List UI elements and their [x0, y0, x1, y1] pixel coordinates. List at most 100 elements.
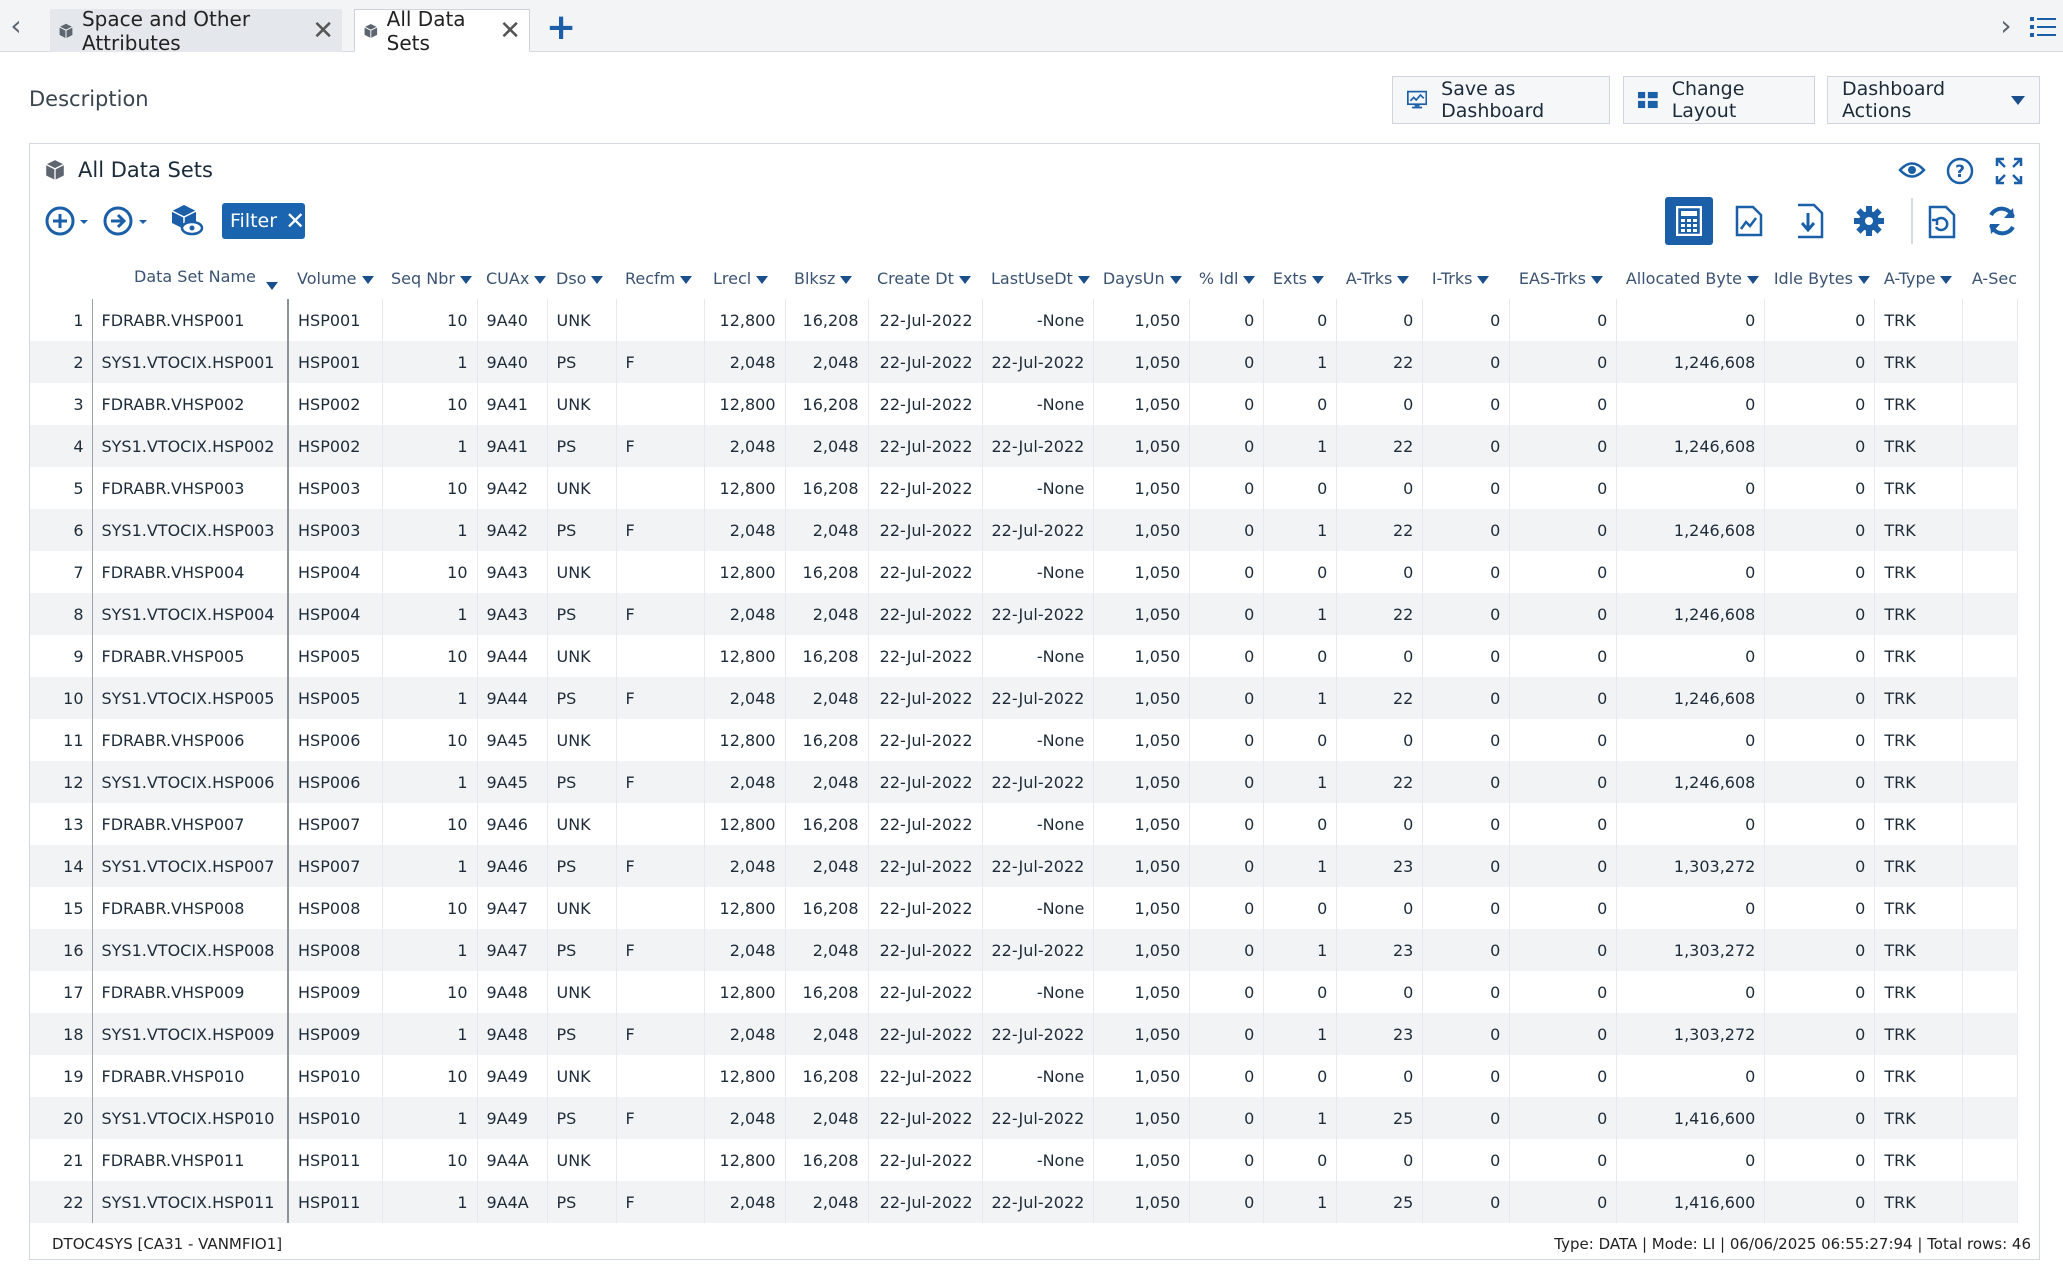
sort-arrow-icon[interactable] — [1857, 275, 1870, 284]
scroll-tabs-left-icon[interactable]: ‹ — [6, 12, 26, 40]
table-row[interactable]: 1 FDRABR.VHSP001 HSP001 10 9A40 UNK 12,800 16,2… — [30, 299, 2018, 341]
table-row[interactable]: 2 SYS1.VTOCIX.HSP001 HSP001 1 9A40 PS F 2,048 2,… — [30, 341, 2018, 383]
description-label: Description — [29, 87, 149, 111]
table-row[interactable]: 14 SYS1.VTOCIX.HSP007 HSP007 1 9A46 PS F 2,048 2… — [30, 845, 2018, 887]
column-header[interactable]: I-Trks — [1423, 258, 1510, 299]
export-icon[interactable] — [1794, 203, 1824, 239]
column-header[interactable]: A-Sec — [1963, 258, 2017, 299]
table-row[interactable]: 19 FDRABR.VHSP010 HSP010 10 9A49 UNK 12,800 16,… — [30, 1055, 2018, 1097]
table-row[interactable]: 13 FDRABR.VHSP007 HSP007 10 9A46 UNK 12,800 16,… — [30, 803, 2018, 845]
table-cell: 22 — [1336, 341, 1424, 383]
column-header[interactable]: Dso — [547, 258, 616, 299]
sort-arrow-icon[interactable] — [1746, 275, 1759, 284]
scroll-tabs-right-icon[interactable]: › — [1996, 12, 2016, 40]
remove-filter-icon[interactable]: ✕ — [285, 209, 305, 233]
table-row[interactable]: 20 SYS1.VTOCIX.HSP010 HSP010 1 9A49 PS F 2,048 2… — [30, 1097, 2018, 1139]
row-number-cell: 4 — [30, 425, 93, 467]
column-header[interactable]: Volume — [288, 258, 382, 299]
filter-chip[interactable]: Filter ✕ — [222, 203, 305, 239]
table-row[interactable]: 8 SYS1.VTOCIX.HSP004 HSP004 1 9A43 PS F 2,048 2,… — [30, 593, 2018, 635]
table-row[interactable]: 10 SYS1.VTOCIX.HSP005 HSP005 1 9A44 PS F 2,048 2… — [30, 677, 2018, 719]
column-header[interactable]: Recfm — [616, 258, 704, 299]
save-as-dashboard-button[interactable]: Save as Dashboard — [1392, 76, 1610, 124]
table-cell: 1,050 — [1093, 1097, 1191, 1139]
table-cell: 0 — [1616, 971, 1766, 1013]
table-cell: 1 — [1263, 761, 1338, 803]
column-header[interactable]: DaysUn — [1094, 258, 1190, 299]
help-icon[interactable]: ? — [1946, 157, 1974, 185]
column-header[interactable]: Idle Bytes — [1765, 258, 1875, 299]
table-cell: 0 — [1263, 803, 1338, 845]
column-header[interactable]: Data Set Name — [92, 258, 288, 299]
table-row[interactable]: 11 FDRABR.VHSP006 HSP006 10 9A45 UNK 12,800 16,… — [30, 719, 2018, 761]
table-row[interactable]: 3 FDRABR.VHSP002 HSP002 10 9A41 UNK 12,800 16,2… — [30, 383, 2018, 425]
column-header[interactable]: Create Dt — [868, 258, 982, 299]
table-row[interactable]: 4 SYS1.VTOCIX.HSP002 HSP002 1 9A41 PS F 2,048 2,… — [30, 425, 2018, 467]
sort-arrow-icon[interactable] — [1243, 275, 1256, 284]
sort-arrow-icon[interactable] — [1169, 275, 1182, 284]
navigate-circle-dropdown-icon[interactable] — [103, 205, 149, 237]
table-row[interactable]: 18 SYS1.VTOCIX.HSP009 HSP009 1 9A48 PS F 2,048 2… — [30, 1013, 2018, 1055]
table-cell: 2,048 — [704, 341, 786, 383]
table-row[interactable]: 9 FDRABR.VHSP005 HSP005 10 9A44 UNK 12,800 16,2… — [30, 635, 2018, 677]
add-circle-dropdown-icon[interactable] — [45, 205, 89, 237]
table-cell: 0 — [1616, 1055, 1766, 1097]
table-row[interactable]: 15 FDRABR.VHSP008 HSP008 10 9A47 UNK 12,800 16,… — [30, 887, 2018, 929]
table-row[interactable]: 22 SYS1.VTOCIX.HSP011 HSP011 1 9A4A PS F 2,048 2… — [30, 1181, 2018, 1223]
sort-arrow-icon[interactable] — [840, 275, 853, 284]
cube-view-icon[interactable] — [170, 203, 204, 237]
column-header[interactable]: CUAx — [477, 258, 547, 299]
sort-arrow-icon[interactable] — [1312, 275, 1325, 284]
sort-arrow-icon[interactable] — [1077, 275, 1090, 284]
sort-arrow-icon[interactable] — [756, 275, 769, 284]
sort-arrow-icon[interactable] — [459, 275, 472, 284]
column-header[interactable]: EAS-Trks — [1510, 258, 1617, 299]
sort-arrow-icon[interactable] — [958, 275, 971, 284]
table-view-button[interactable] — [1665, 197, 1713, 245]
table-cell — [1962, 1013, 2018, 1055]
column-header[interactable]: Seq Nbr — [382, 258, 477, 299]
sort-arrow-icon[interactable] — [266, 282, 278, 290]
sort-arrow-icon[interactable] — [680, 275, 693, 284]
gear-icon[interactable] — [1853, 205, 1885, 237]
sort-arrow-icon[interactable] — [1397, 275, 1410, 284]
table-row[interactable]: 21 FDRABR.VHSP011 HSP011 10 9A4A UNK 12,800 16,… — [30, 1139, 2018, 1181]
table-cell: 16,208 — [785, 971, 869, 1013]
dashboard-actions-dropdown[interactable]: Dashboard Actions — [1827, 76, 2040, 124]
chart-view-icon[interactable] — [1735, 205, 1763, 237]
close-tab-icon[interactable]: ✕ — [499, 18, 521, 44]
table-row[interactable]: 5 FDRABR.VHSP003 HSP003 10 9A42 UNK 12,800 16,2… — [30, 467, 2018, 509]
eye-icon[interactable] — [1898, 159, 1926, 181]
table-row[interactable]: 12 SYS1.VTOCIX.HSP006 HSP006 1 9A45 PS F 2,048 2… — [30, 761, 2018, 803]
table-cell: TRK — [1874, 1055, 1964, 1097]
column-header[interactable]: LastUseDt — [982, 258, 1094, 299]
table-row[interactable]: 17 FDRABR.VHSP009 HSP009 10 9A48 UNK 12,800 16,… — [30, 971, 2018, 1013]
sort-arrow-icon[interactable] — [1477, 275, 1490, 284]
refresh-icon[interactable] — [1985, 205, 2019, 237]
sort-arrow-icon[interactable] — [1940, 275, 1953, 284]
tab-all-data-sets[interactable]: All Data Sets ✕ — [354, 7, 530, 55]
column-header[interactable]: A-Type — [1875, 258, 1963, 299]
table-row[interactable]: 16 SYS1.VTOCIX.HSP008 HSP008 1 9A47 PS F 2,048 2… — [30, 929, 2018, 971]
close-tab-icon[interactable]: ✕ — [312, 18, 334, 44]
sort-arrow-icon[interactable] — [534, 275, 547, 284]
change-layout-button[interactable]: Change Layout — [1623, 76, 1815, 124]
table-cell: 1,050 — [1093, 929, 1191, 971]
tab-list-icon[interactable] — [2030, 15, 2056, 39]
column-header[interactable]: % Idl — [1190, 258, 1264, 299]
sort-arrow-icon[interactable] — [1590, 275, 1603, 284]
add-tab-icon[interactable]: + — [546, 10, 576, 46]
maximize-icon[interactable] — [1995, 157, 2023, 185]
column-header[interactable]: Lrecl — [704, 258, 785, 299]
column-header[interactable]: Blksz — [785, 258, 868, 299]
sort-arrow-icon[interactable] — [591, 275, 604, 284]
column-header[interactable]: Allocated Byte — [1617, 258, 1765, 299]
table-row[interactable]: 7 FDRABR.VHSP004 HSP004 10 9A43 UNK 12,800 16,2… — [30, 551, 2018, 593]
column-header[interactable]: A-Trks — [1337, 258, 1423, 299]
sort-arrow-icon[interactable] — [361, 275, 374, 284]
refresh-document-icon[interactable] — [1926, 205, 1956, 239]
table-row[interactable]: 6 SYS1.VTOCIX.HSP003 HSP003 1 9A42 PS F 2,048 2,… — [30, 509, 2018, 551]
column-header[interactable]: Exts — [1264, 258, 1337, 299]
table-cell: 0 — [1509, 635, 1618, 677]
tab-space-and-other-attributes[interactable]: Space and Other Attributes ✕ — [50, 7, 342, 55]
